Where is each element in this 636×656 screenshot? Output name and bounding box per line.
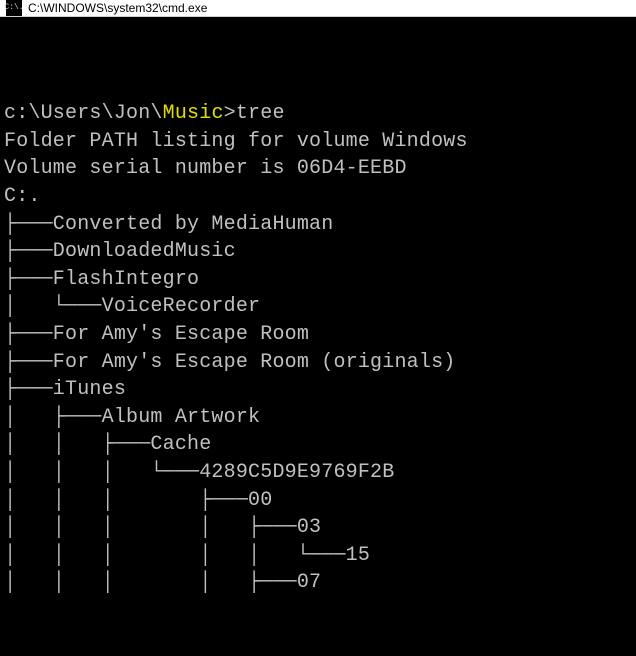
prompt-path: c:\Users\Jon\ xyxy=(4,102,163,125)
command-text: tree xyxy=(236,102,285,125)
output-line: C:. xyxy=(4,183,632,211)
terminal-output[interactable]: c:\Users\Jon\Music>treeFolder PATH listi… xyxy=(0,17,636,656)
tree-line: │ │ ├───Cache xyxy=(4,431,632,459)
tree-line: │ └───VoiceRecorder xyxy=(4,293,632,321)
cmd-icon: C:\. xyxy=(6,0,22,16)
tree-line: │ │ │ │ │ └───15 xyxy=(4,542,632,570)
output-line: Volume serial number is 06D4-EEBD xyxy=(4,155,632,183)
tree-line: ├───FlashIntegro xyxy=(4,266,632,294)
titlebar[interactable]: C:\. C:\WINDOWS\system32\cmd.exe xyxy=(0,0,636,17)
window-title: C:\WINDOWS\system32\cmd.exe xyxy=(28,1,207,15)
tree-line: ├───For Amy's Escape Room (originals) xyxy=(4,349,632,377)
tree-line: │ │ │ ├───00 xyxy=(4,487,632,515)
prompt-separator: > xyxy=(224,102,236,125)
cmd-window: C:\. C:\WINDOWS\system32\cmd.exe c:\User… xyxy=(0,0,636,630)
output-line: Folder PATH listing for volume Windows xyxy=(4,128,632,156)
prompt-line: c:\Users\Jon\Music>tree xyxy=(4,100,632,128)
tree-line: │ │ │ │ ├───03 xyxy=(4,514,632,542)
tree-line: ├───Converted by MediaHuman xyxy=(4,211,632,239)
prompt-current-dir: Music xyxy=(163,102,224,125)
tree-line: ├───For Amy's Escape Room xyxy=(4,321,632,349)
tree-line: │ │ │ │ ├───07 xyxy=(4,569,632,597)
tree-line: │ ├───Album Artwork xyxy=(4,404,632,432)
tree-line: ├───DownloadedMusic xyxy=(4,238,632,266)
tree-line: │ │ │ └───4289C5D9E9769F2B xyxy=(4,459,632,487)
tree-line: ├───iTunes xyxy=(4,376,632,404)
